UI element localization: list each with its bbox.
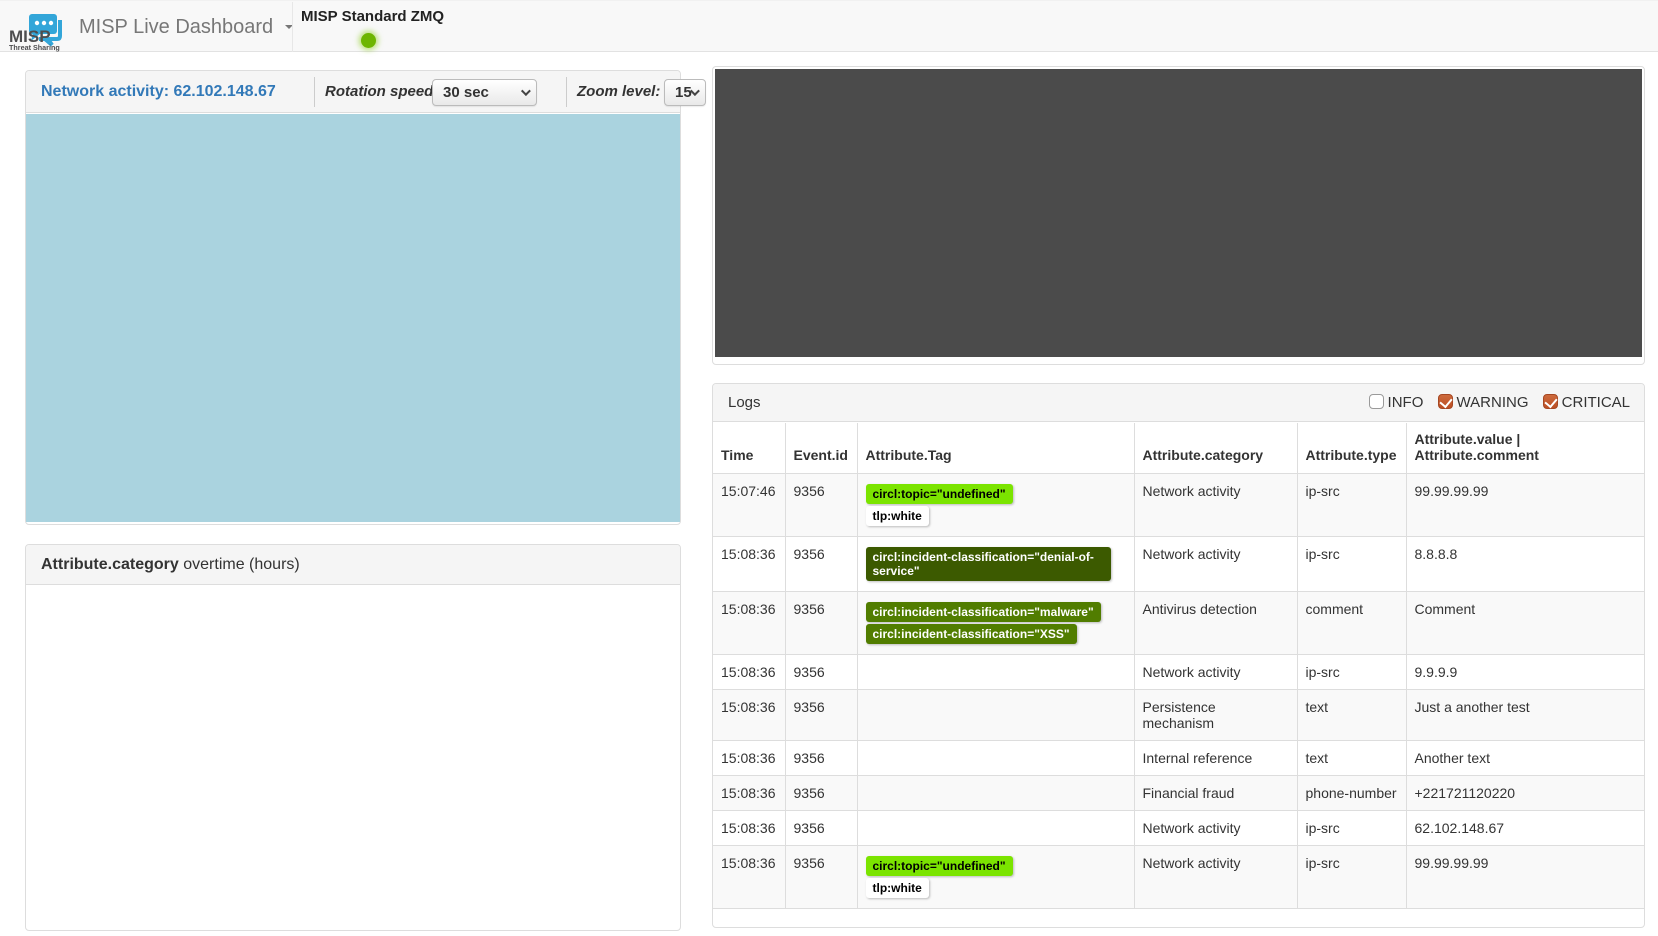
svg-text:Threat Sharing: Threat Sharing: [9, 43, 60, 52]
